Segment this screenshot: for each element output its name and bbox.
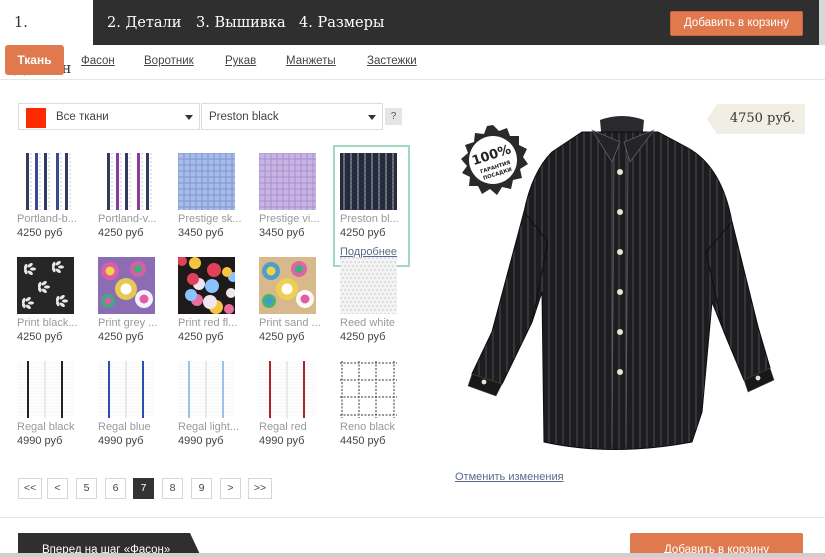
fabric-name: Reed white [340, 317, 396, 329]
subtab-fabric[interactable]: Ткань [5, 45, 64, 75]
chevron-down-icon [368, 115, 376, 120]
page-button[interactable]: 6 [105, 478, 126, 499]
fabric-swatch-image [178, 257, 235, 314]
page-button[interactable]: >> [248, 478, 272, 499]
help-button[interactable]: ? [385, 108, 402, 125]
fabric-name: Print sand ... [259, 317, 321, 329]
fabric-swatch-image [17, 257, 74, 314]
fabric-price: 4250 руб [340, 331, 386, 343]
fabric-swatch-image [98, 153, 155, 210]
fabric-price: 4450 руб [340, 435, 386, 447]
fabric-price: 4250 руб [98, 227, 144, 239]
fabric-name: Regal blue [98, 421, 151, 433]
more-details-link[interactable]: Подробнее [340, 246, 397, 258]
step-tab-details[interactable]: 2. Детали [93, 0, 195, 45]
page-bottom-edge [0, 553, 825, 557]
fabric-price: 4250 руб [17, 331, 63, 343]
design-subtabs: Ткань Фасон Воротник Рукав Манжеты Засте… [0, 45, 825, 80]
fabric-price: 3450 руб [259, 227, 305, 239]
subtab-cuffs[interactable]: Манжеты [286, 55, 336, 67]
page-button[interactable]: > [220, 478, 241, 499]
fabric-swatch-image [340, 361, 397, 418]
fabric-name: Regal red [259, 421, 307, 433]
fabric-price: 4250 руб [178, 331, 224, 343]
fabric-select-value: Preston black [209, 111, 279, 123]
subtab-sleeve[interactable]: Рукав [225, 55, 256, 67]
fabric-price: 4990 руб [259, 435, 305, 447]
fabric-price: 4990 руб [17, 435, 63, 447]
subtab-collar[interactable]: Воротник [144, 55, 194, 67]
chevron-down-icon [185, 115, 193, 120]
fabric-swatch-image [98, 257, 155, 314]
fabric-swatch-image [17, 153, 74, 210]
fit-guarantee-badge: 100% ГАРАНТИЯ ПОСАДКИ [461, 125, 528, 195]
fabric-price: 4250 руб [259, 331, 305, 343]
fabric-price: 4250 руб [17, 227, 63, 239]
subtab-style[interactable]: Фасон [81, 55, 115, 67]
cancel-changes-link[interactable]: Отменить изменения [455, 471, 564, 483]
page-button[interactable]: < [47, 478, 68, 499]
fabric-name: Reno black [340, 421, 396, 433]
fabric-swatch-image [259, 153, 316, 210]
page-button[interactable]: << [18, 478, 42, 499]
fabric-name: Preston bl... [340, 213, 399, 225]
fabric-name: Regal black [17, 421, 75, 433]
subtab-fasteners[interactable]: Застежки [367, 55, 417, 67]
fabric-price: 4990 руб [178, 435, 224, 447]
fabric-name: Print grey ... [98, 317, 158, 329]
fabric-name: Print red fl... [178, 317, 238, 329]
divider [0, 517, 825, 518]
step-tab-embroidery[interactable]: 3. Вышивка [182, 0, 300, 45]
fabric-price: 4250 руб [340, 227, 386, 239]
fabric-name: Portland-b... [17, 213, 77, 225]
color-swatch[interactable] [26, 108, 46, 128]
fabric-swatch-image [340, 153, 397, 210]
add-to-cart-button[interactable]: Добавить в корзину [670, 11, 803, 36]
fabric-price: 4990 руб [98, 435, 144, 447]
fabric-name: Prestige sk... [178, 213, 242, 225]
fabric-swatch-image [178, 153, 235, 210]
fabric-price: 4250 руб [98, 331, 144, 343]
fabric-swatch-image [259, 361, 316, 418]
fabric-select[interactable]: Preston black [201, 103, 383, 130]
category-select-value: Все ткани [56, 111, 109, 123]
fabric-swatch-image [17, 361, 74, 418]
page-button[interactable]: 8 [162, 478, 183, 499]
fabric-name: Portland-v... [98, 213, 157, 225]
fabric-swatch-image [340, 257, 397, 314]
step-tab-design[interactable]: 1. Дизайн [0, 0, 93, 77]
fabric-swatch-image [259, 257, 316, 314]
fabric-name: Print black... [17, 317, 78, 329]
fabric-price: 3450 руб [178, 227, 224, 239]
page-button[interactable]: 5 [76, 478, 97, 499]
page-button[interactable]: 7 [133, 478, 154, 499]
fabric-name: Prestige vi... [259, 213, 320, 225]
fabric-swatch-image [178, 361, 235, 418]
step-tab-sizes[interactable]: 4. Размеры [285, 0, 398, 45]
fabric-name: Regal light... [178, 421, 240, 433]
fabric-swatch-image [98, 361, 155, 418]
page-button[interactable]: 9 [191, 478, 212, 499]
step-tabs-bar: 1. Дизайн 2. Детали 3. Вышивка 4. Размер… [0, 0, 825, 77]
